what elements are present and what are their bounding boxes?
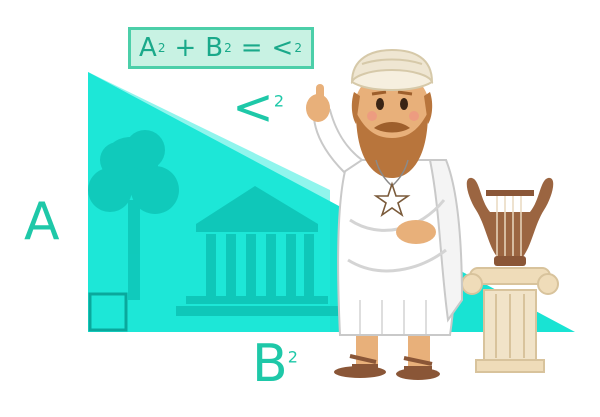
vertical-side-label: A bbox=[24, 196, 60, 248]
formula-plus: + bbox=[174, 33, 198, 63]
formula-a-exp: 2 bbox=[157, 41, 167, 55]
pythagoras-illustration: A2 + B2 = <2 <2 A B2 bbox=[0, 0, 600, 417]
formula-c: < bbox=[271, 33, 295, 63]
formula-box: A2 + B2 = <2 bbox=[128, 27, 314, 69]
formula-b-exp: 2 bbox=[224, 41, 233, 55]
horizontal-side-label: B2 bbox=[252, 338, 298, 390]
horizontal-exp: 2 bbox=[287, 347, 298, 367]
formula-b: B bbox=[205, 33, 225, 63]
vertical-letter: A bbox=[24, 192, 60, 252]
formula-equals: = bbox=[240, 33, 264, 63]
formula-c-exp: 2 bbox=[294, 41, 303, 55]
lyre-icon bbox=[466, 177, 554, 266]
hypotenuse-letter: < bbox=[232, 78, 274, 136]
formula-a: A bbox=[139, 33, 158, 63]
hypotenuse-exp: 2 bbox=[273, 91, 285, 111]
hypotenuse-label: <2 bbox=[232, 82, 284, 132]
horizontal-letter: B bbox=[252, 334, 288, 394]
